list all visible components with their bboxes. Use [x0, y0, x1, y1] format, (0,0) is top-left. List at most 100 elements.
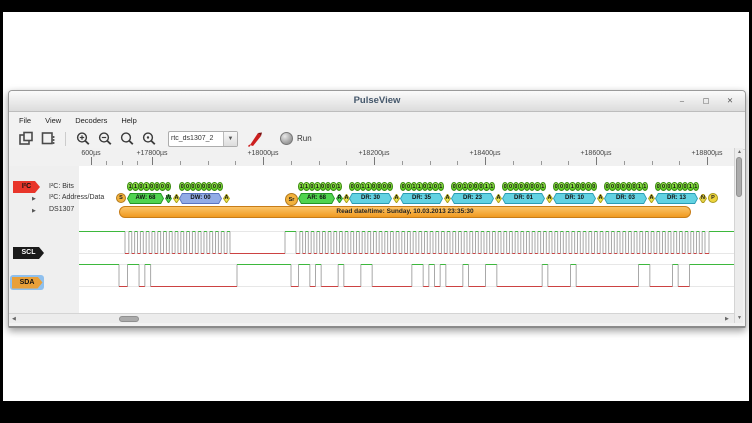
- annotation-text: AW: 68: [127, 193, 164, 204]
- ruler-minor-tick: [122, 161, 123, 165]
- menu-item-file[interactable]: File: [19, 116, 31, 125]
- i2c-data-read-annotation[interactable]: DR: 10: [553, 193, 596, 204]
- titlebar[interactable]: PulseView –▢ ✕: [9, 91, 745, 112]
- i2c-ack-annotation[interactable]: A: [495, 194, 502, 203]
- zoom-in-icon[interactable]: [72, 130, 94, 148]
- run-button[interactable]: Run: [276, 131, 316, 146]
- i2c-bit-annotation[interactable]: 1: [642, 182, 648, 191]
- i2c-read-bit-annotation[interactable]: R: [336, 194, 343, 203]
- ruler-minor-tick: [430, 161, 431, 165]
- i2c-ack-annotation[interactable]: A: [648, 194, 655, 203]
- annotation-text: AR: 68: [298, 193, 335, 204]
- ruler-minor-tick: [106, 161, 107, 165]
- ruler-minor-tick: [457, 161, 458, 165]
- i2c-bit-annotation[interactable]: 1: [489, 182, 495, 191]
- ruler-minor-tick: [541, 161, 542, 165]
- channel-gutter: [9, 166, 80, 313]
- ruler-minor-tick: [624, 161, 625, 165]
- save-session-icon[interactable]: [37, 130, 59, 148]
- i2c-data-read-annotation[interactable]: DR: 13: [655, 193, 698, 204]
- annotation-text: A: [444, 194, 451, 203]
- time-ruler[interactable]: 600µs+17800µs+18000µs+18200µs+18400µs+18…: [9, 148, 734, 167]
- scroll-down-icon[interactable]: ▼: [737, 316, 742, 321]
- horizontal-scroll-thumb[interactable]: [119, 316, 139, 322]
- scroll-right-icon[interactable]: ▶: [725, 317, 729, 322]
- ruler-minor-tick: [679, 161, 680, 165]
- ruler-minor-tick: [319, 161, 320, 165]
- zoom-fit-icon[interactable]: [116, 130, 138, 148]
- toolbar-separator: [65, 132, 66, 146]
- ruler-major-tick: [263, 157, 264, 165]
- vertical-scroll-thumb[interactable]: [736, 157, 742, 197]
- session-file-value: rtc_ds1307_2: [169, 135, 223, 142]
- vertical-scrollbar[interactable]: ▲ ▼: [734, 148, 743, 323]
- horizontal-scrollbar[interactable]: ◀ ▶: [9, 313, 734, 323]
- ruler-minor-tick: [513, 161, 514, 165]
- i2c-data-read-annotation[interactable]: DR: 35: [400, 193, 443, 204]
- zoom-out-icon[interactable]: [94, 130, 116, 148]
- i2c-ack-annotation[interactable]: A: [393, 194, 400, 203]
- scroll-up-icon[interactable]: ▲: [737, 150, 742, 155]
- menu-item-help[interactable]: Help: [121, 116, 136, 125]
- i2c-data-read-annotation[interactable]: DR: 03: [604, 193, 647, 204]
- maximize-icon[interactable]: ▢: [699, 94, 713, 107]
- i2c-data-read-annotation[interactable]: DR: 01: [502, 193, 545, 204]
- i2c-bit-annotation[interactable]: 1: [540, 182, 546, 191]
- i2c-bit-annotation[interactable]: 0: [387, 182, 393, 191]
- ruler-minor-tick: [137, 161, 138, 165]
- chevron-down-icon[interactable]: ▼: [223, 132, 237, 146]
- ruler-minor-tick: [291, 161, 292, 165]
- ruler-label: +18400µs: [469, 150, 500, 157]
- i2c-bit-annotation[interactable]: 0: [217, 182, 223, 191]
- zoom-one-to-one-icon[interactable]: [138, 130, 160, 148]
- session-file-selector[interactable]: rtc_ds1307_2 ▼: [168, 131, 238, 147]
- i2c-address-write-annotation[interactable]: AW: 68: [127, 193, 164, 204]
- ds1307-annotation[interactable]: Read date/time: Sunday, 10.03.2013 23:35…: [119, 206, 691, 218]
- run-label: Run: [297, 134, 312, 143]
- i2c-stop-annotation[interactable]: P: [708, 193, 718, 203]
- i2c-data-read-annotation[interactable]: DR: 30: [349, 193, 392, 204]
- i2c-nack-annotation[interactable]: N: [699, 194, 707, 203]
- i2c-repeat-start-annotation[interactable]: Sr: [285, 193, 298, 206]
- annotation-text: A: [546, 194, 553, 203]
- ruler-label: +18600µs: [580, 150, 611, 157]
- trace-view[interactable]: 1101000000000000110100010011000000110101…: [79, 166, 734, 313]
- toolbar: rtc_ds1307_2 ▼ Run: [9, 128, 745, 150]
- annotation-text: A: [648, 194, 655, 203]
- ruler-minor-tick: [568, 161, 569, 165]
- i2c-bit-annotation[interactable]: 1: [336, 182, 342, 191]
- window-title: PulseView: [9, 95, 745, 106]
- ruler-minor-tick: [235, 161, 236, 165]
- i2c-address-read-annotation[interactable]: AR: 68: [298, 193, 335, 204]
- ruler-major-tick: [707, 157, 708, 165]
- annotation-text: DW: 00: [179, 193, 222, 204]
- i2c-bit-annotation[interactable]: 1: [693, 182, 699, 191]
- i2c-bit-annotation[interactable]: 1: [438, 182, 444, 191]
- annotation-text: DR: 35: [400, 193, 443, 204]
- ruler-minor-tick: [652, 161, 653, 165]
- probe-icon[interactable]: [244, 130, 266, 148]
- i2c-bit-annotation[interactable]: 0: [165, 182, 171, 191]
- i2c-ack-annotation[interactable]: A: [444, 194, 451, 203]
- scroll-left-icon[interactable]: ◀: [12, 317, 16, 322]
- i2c-ack-annotation[interactable]: A: [597, 194, 604, 203]
- ruler-minor-tick: [346, 161, 347, 165]
- close-icon[interactable]: ✕: [723, 94, 737, 107]
- trace-workspace: 600µs+17800µs+18000µs+18200µs+18400µs+18…: [9, 148, 743, 323]
- ruler-major-tick: [91, 157, 92, 165]
- i2c-start-annotation[interactable]: S: [116, 193, 126, 203]
- minimize-icon[interactable]: –: [675, 94, 689, 107]
- i2c-write-bit-annotation[interactable]: W: [165, 194, 172, 203]
- ruler-label: +18000µs: [247, 150, 278, 157]
- annotation-text: DR: 13: [655, 193, 698, 204]
- menu-item-decoders[interactable]: Decoders: [75, 116, 107, 125]
- i2c-data-read-annotation[interactable]: DR: 23: [451, 193, 494, 204]
- open-file-icon[interactable]: [15, 130, 37, 148]
- i2c-ack-annotation[interactable]: A: [223, 194, 230, 203]
- i2c-data-write-annotation[interactable]: DW: 00: [179, 193, 222, 204]
- i2c-bit-annotation[interactable]: 0: [591, 182, 597, 191]
- ruler-major-tick: [374, 157, 375, 165]
- menu-item-view[interactable]: View: [45, 116, 61, 125]
- i2c-ack-annotation[interactable]: A: [546, 194, 553, 203]
- ruler-minor-tick: [208, 161, 209, 165]
